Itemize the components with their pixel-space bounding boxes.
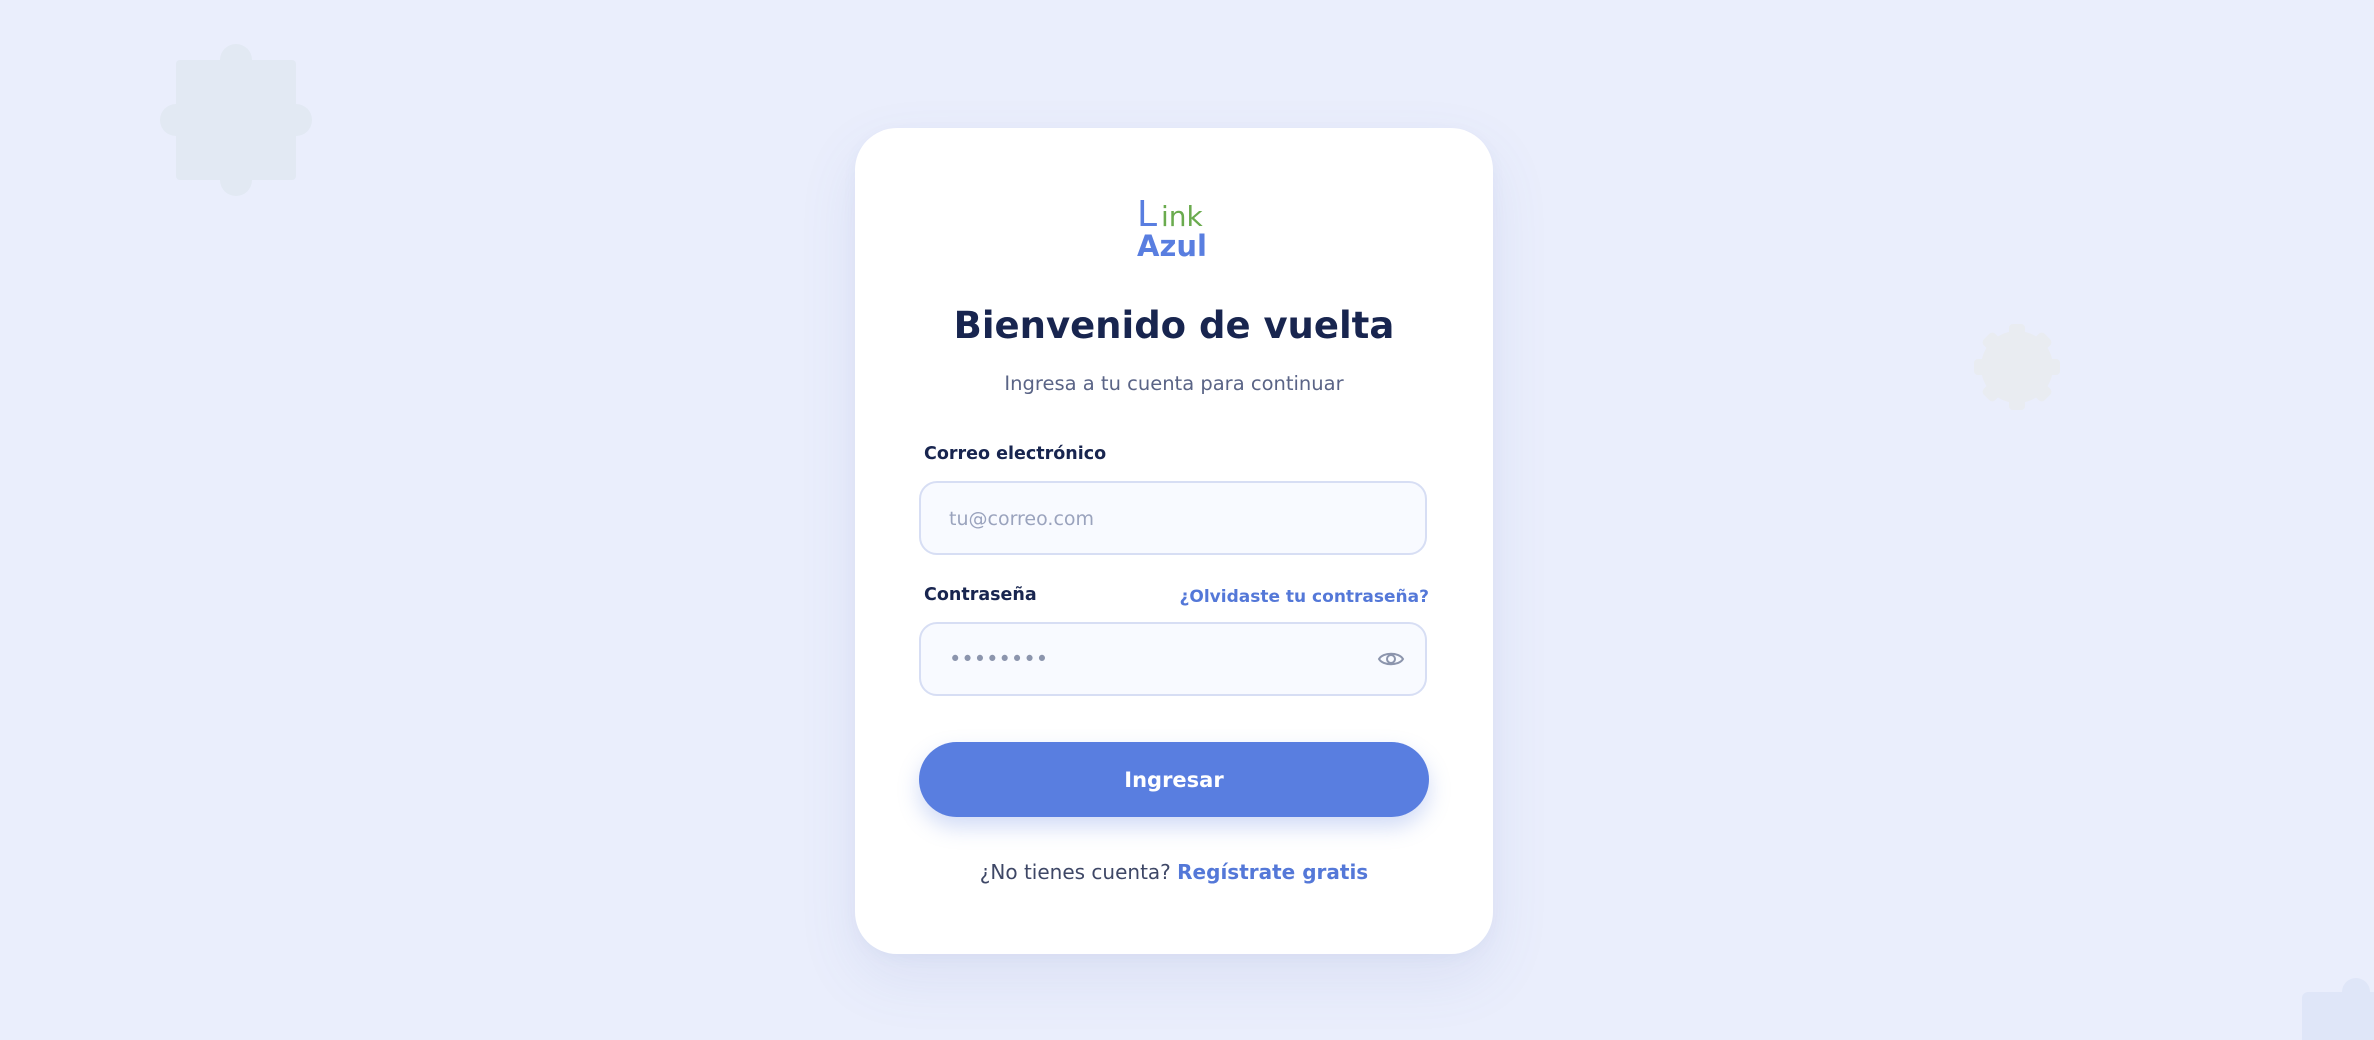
- signup-link[interactable]: Regístrate gratis: [1177, 860, 1368, 884]
- email-field-wrapper: [919, 481, 1427, 555]
- logo-word-azul: Azul: [1137, 229, 1207, 258]
- forgot-password-link[interactable]: ¿Olvidaste tu contraseña?: [1180, 587, 1429, 607]
- password-field[interactable]: ••••••••: [919, 622, 1427, 696]
- password-mask: ••••••••: [949, 647, 1049, 671]
- page-subtitle: Ingresa a tu cuenta para continuar: [1004, 372, 1344, 395]
- gear-shape-icon: [1974, 324, 2060, 410]
- corner-shape-icon: [2302, 978, 2374, 1040]
- page-title: Bienvenido de vuelta: [953, 304, 1395, 347]
- password-label: Contraseña: [924, 585, 1037, 605]
- puzzle-piece-icon: [160, 44, 312, 196]
- eye-icon[interactable]: [1377, 648, 1405, 670]
- login-card: L ink Azul Bienvenido de vuelta Ingresa …: [855, 128, 1493, 954]
- email-label: Correo electrónico: [924, 444, 1107, 464]
- login-submit-button[interactable]: Ingresar: [919, 742, 1429, 817]
- email-input[interactable]: [947, 483, 1371, 555]
- signup-prompt-text: ¿No tienes cuenta?: [979, 860, 1171, 884]
- signup-prompt: ¿No tienes cuenta? Regístrate gratis: [855, 860, 1493, 884]
- brand-logo: L ink Azul: [1137, 194, 1207, 258]
- login-page: L ink Azul Bienvenido de vuelta Ingresa …: [0, 0, 2374, 1040]
